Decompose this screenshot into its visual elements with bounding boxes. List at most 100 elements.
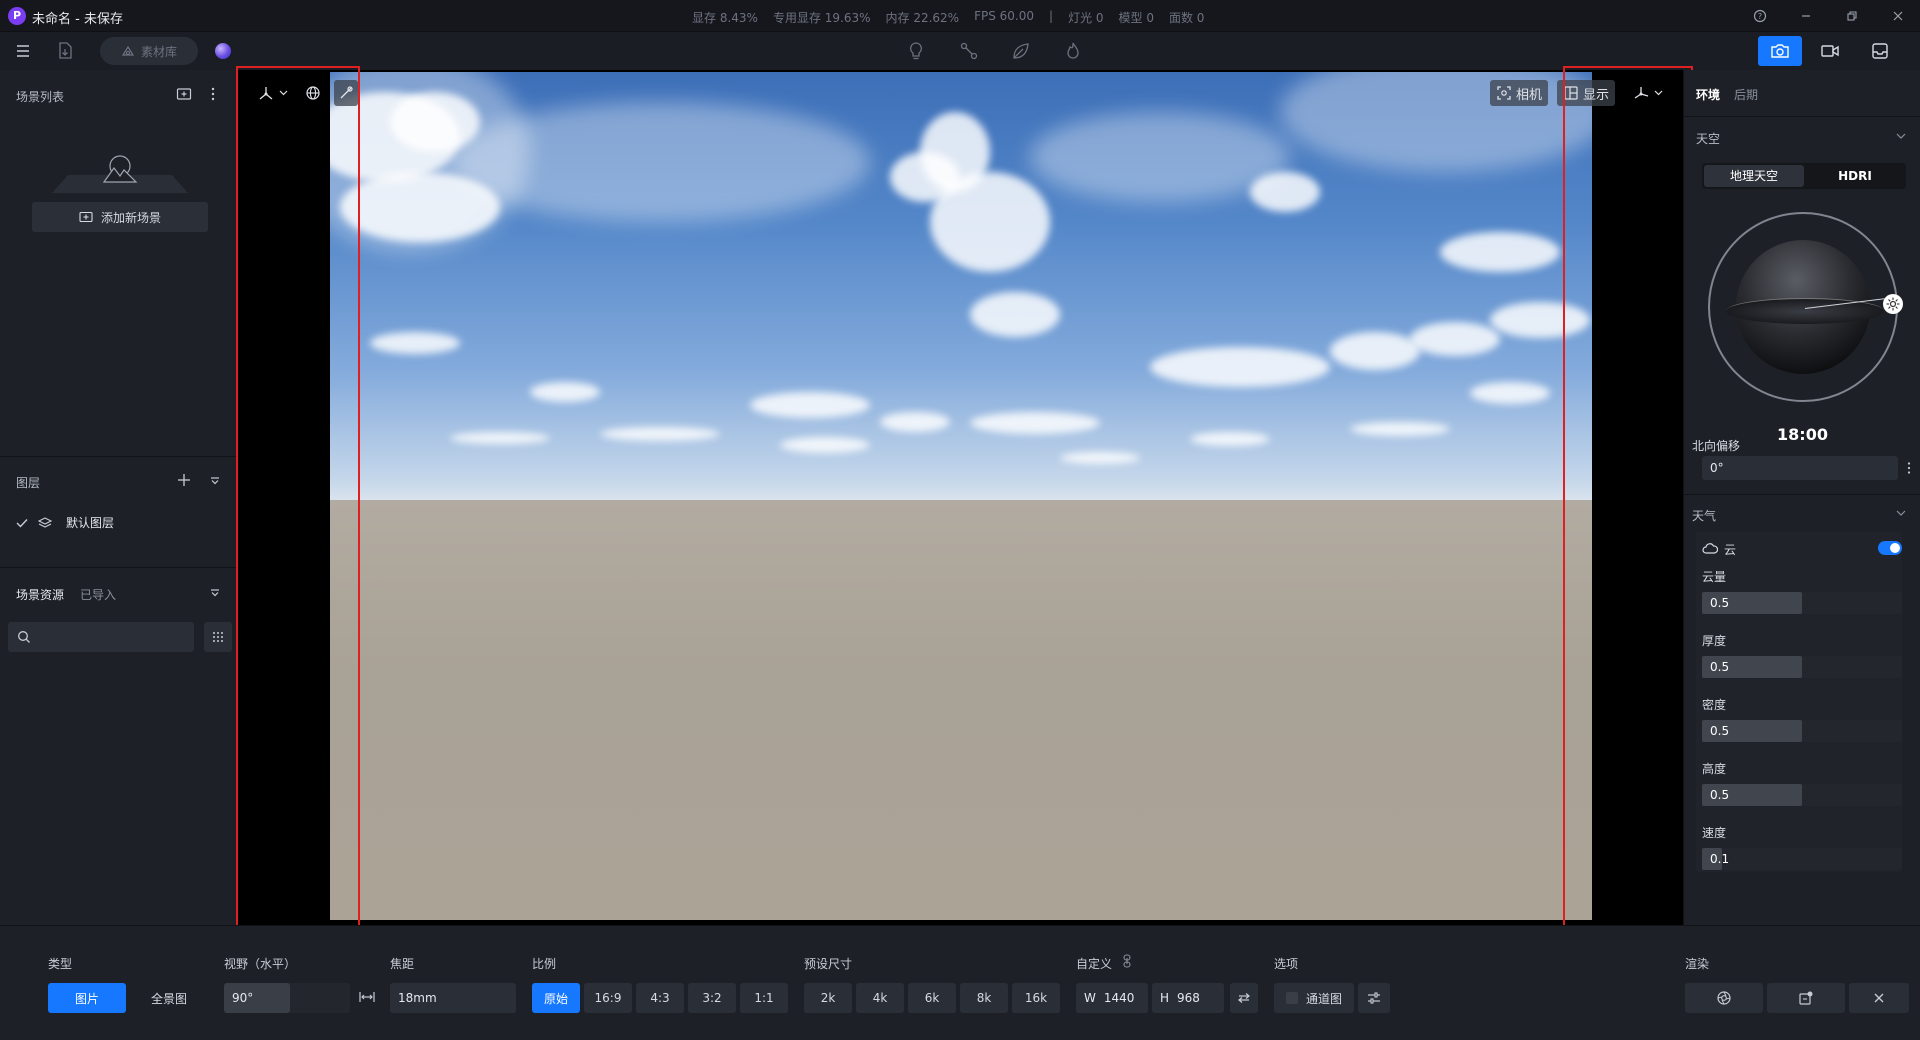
stat-fps: FPS 60.00 (974, 9, 1035, 23)
import-file-icon[interactable] (53, 39, 77, 63)
stat-memory: 内存 22.62% (885, 11, 960, 25)
sun-handle-icon[interactable] (1883, 294, 1903, 314)
light-bulb-icon[interactable] (904, 39, 928, 63)
preset-6k-button[interactable]: 6k (908, 983, 956, 1013)
cloud-param-value: 0.5 (1710, 596, 1730, 610)
channel-map-checkbox[interactable]: 通道图 (1274, 983, 1354, 1013)
minimize-icon[interactable] (1796, 6, 1816, 26)
focus-frame-icon (1496, 85, 1512, 101)
fov-slider[interactable]: 90° (224, 983, 350, 1013)
preset-4k-button[interactable]: 4k (856, 983, 904, 1013)
render-settings-button[interactable] (1685, 983, 1763, 1013)
ground-plane (330, 500, 1592, 920)
chevron-down-icon[interactable] (1896, 510, 1906, 516)
stat-faces: 面数 0 (1168, 11, 1205, 25)
help-icon[interactable]: ? (1750, 6, 1770, 26)
cloud-icon (1702, 542, 1718, 554)
sliders-icon (1367, 992, 1381, 1004)
preset-16k-button[interactable]: 16k (1012, 983, 1060, 1013)
leaf-icon[interactable] (1009, 39, 1033, 63)
checkbox-box[interactable] (1285, 992, 1298, 1004)
tab-scene-assets[interactable]: 场景资源 (16, 586, 64, 603)
render-view[interactable] (330, 72, 1592, 920)
preset-8k-button[interactable]: 8k (960, 983, 1008, 1013)
camera-button[interactable]: 相机 (1490, 80, 1549, 106)
swap-dimensions-button[interactable] (1230, 983, 1258, 1013)
ai-orb-icon[interactable] (215, 43, 231, 59)
type-photo-button[interactable]: 图片 (48, 983, 126, 1013)
tab-environment[interactable]: 环境 (1696, 86, 1720, 103)
ratio-original-button[interactable]: 原始 (532, 983, 580, 1013)
cloud-toggle[interactable] (1878, 541, 1902, 555)
path-tool-icon[interactable] (957, 39, 981, 63)
tab-post-processing[interactable]: 后期 (1734, 86, 1758, 103)
render-export-button[interactable] (1767, 983, 1845, 1013)
tab-imported[interactable]: 已导入 (80, 586, 116, 603)
check-icon[interactable] (16, 518, 28, 528)
cloud-param-slider[interactable]: 0.5 (1702, 592, 1902, 614)
more-options-icon[interactable] (210, 86, 216, 102)
options-settings-button[interactable] (1358, 983, 1390, 1013)
sky-mode-hdri-button[interactable]: HDRI (1806, 165, 1904, 187)
north-offset-input[interactable]: 0° (1702, 456, 1898, 480)
fov-swap-icon[interactable] (358, 990, 376, 1004)
add-scene-icon (79, 211, 93, 223)
sky-mode-geo-button[interactable]: 地理天空 (1704, 165, 1804, 187)
ratio-3-2-button[interactable]: 3:2 (688, 983, 736, 1013)
add-layer-icon[interactable] (176, 472, 192, 488)
link-icon[interactable] (1122, 954, 1132, 968)
restore-icon[interactable] (1842, 6, 1862, 26)
focal-length-value: 18mm (398, 991, 437, 1005)
divider (0, 567, 236, 568)
height-input[interactable]: H 968 (1152, 983, 1224, 1013)
grid-dots-icon (212, 631, 224, 643)
channel-map-label: 通道图 (1305, 991, 1342, 1006)
empty-scene-illustration (32, 146, 208, 194)
collapse-assets-icon[interactable] (210, 589, 220, 597)
collapse-layers-icon[interactable] (210, 477, 220, 485)
weather-section-title[interactable]: 天气 (1692, 507, 1716, 524)
sun-position-dial[interactable] (1708, 212, 1903, 402)
stat-dedicated-vram: 专用显存 19.63% (772, 11, 871, 25)
add-new-scene-label: 添加新场景 (100, 210, 161, 225)
more-options-icon[interactable] (1906, 461, 1912, 475)
cloud-param-value: 0.1 (1710, 852, 1730, 866)
ratio-4-3-button[interactable]: 4:3 (636, 983, 684, 1013)
chevron-down-icon[interactable] (1896, 133, 1906, 139)
layer-row-default[interactable]: 默认图层 (16, 514, 114, 531)
cloud-param-slider[interactable]: 0.1 (1702, 848, 1902, 870)
render-cancel-button[interactable] (1849, 983, 1909, 1013)
material-library-button[interactable]: 素材库 (100, 37, 198, 65)
cloud-param-slider[interactable]: 0.5 (1702, 656, 1902, 678)
cloud-param-value: 0.5 (1710, 660, 1730, 674)
preset-2k-button[interactable]: 2k (804, 983, 852, 1013)
output-inbox-button[interactable] (1858, 36, 1902, 66)
video-mode-button[interactable] (1808, 36, 1852, 66)
type-panorama-button[interactable]: 全景图 (130, 983, 208, 1013)
width-input[interactable]: W 1440 (1076, 983, 1148, 1013)
focal-length-input[interactable]: 18mm (390, 983, 516, 1013)
sky-mode-toggle: 地理天空 HDRI (1702, 163, 1906, 189)
add-scene-icon[interactable] (176, 87, 192, 101)
ratio-16-9-button[interactable]: 16:9 (584, 983, 632, 1013)
sky-section-title[interactable]: 天空 (1696, 130, 1720, 147)
grid-view-button[interactable] (204, 622, 232, 652)
type-label: 类型 (48, 957, 73, 971)
camera-icon (1770, 43, 1790, 59)
aperture-icon (1716, 990, 1732, 1006)
scene-list-title: 场景列表 (16, 90, 65, 104)
cloud-param-slider[interactable]: 0.5 (1702, 784, 1902, 806)
ratio-1-1-button[interactable]: 1:1 (740, 983, 788, 1013)
width-value: 1440 (1103, 991, 1135, 1005)
close-icon[interactable] (1888, 6, 1908, 26)
menu-icon[interactable] (11, 39, 35, 63)
title-bar: P 未命名 - 未保存 显存 8.43% 专用显存 19.63% 内存 22.6… (0, 0, 1920, 32)
add-new-scene-button[interactable]: 添加新场景 (32, 202, 208, 232)
photo-mode-button[interactable] (1758, 36, 1802, 66)
cloud-param-value: 0.5 (1710, 724, 1730, 738)
fire-icon[interactable] (1061, 39, 1085, 63)
cloud-param-slider[interactable]: 0.5 (1702, 720, 1902, 742)
asset-search-input[interactable] (8, 622, 194, 652)
stat-vram: 显存 8.43% (692, 11, 758, 25)
cloud-settings-card (1696, 532, 1902, 872)
